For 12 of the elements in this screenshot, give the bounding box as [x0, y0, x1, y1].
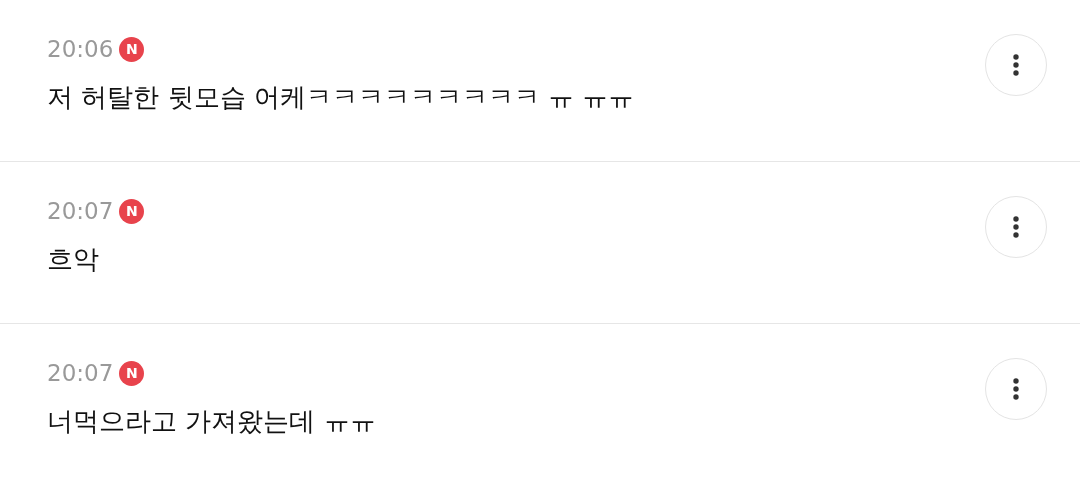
new-badge: N — [119, 36, 145, 62]
comment-text: 저 허탈한 뒷모습 어케ㅋㅋㅋㅋㅋㅋㅋㅋㅋ ㅠ ㅠㅠ — [47, 81, 636, 114]
comment-time: 20:07 — [47, 360, 114, 386]
more-icon — [1013, 54, 1019, 76]
comment-time: 20:06 — [47, 36, 114, 62]
comment-text: 흐악 — [47, 243, 100, 276]
new-badge: N — [119, 360, 145, 386]
new-badge: N — [119, 198, 145, 224]
more-icon — [1013, 216, 1019, 238]
comment-time: 20:07 — [47, 198, 114, 224]
comment-text: 너먹으라고 가져왔는데 ㅠㅠ — [47, 405, 377, 438]
more-icon — [1013, 378, 1019, 400]
